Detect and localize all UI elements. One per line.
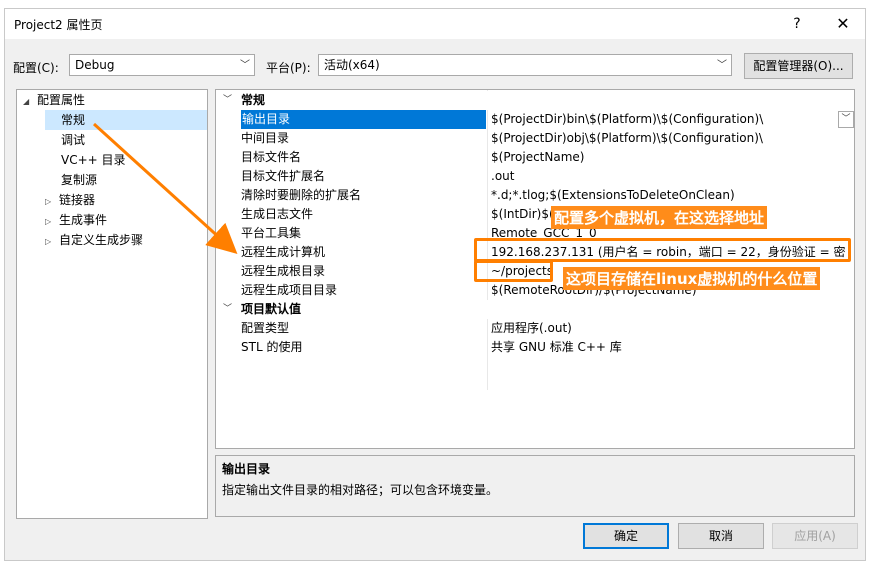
arrow-line	[92, 122, 238, 255]
annotation-arrow	[92, 122, 238, 255]
